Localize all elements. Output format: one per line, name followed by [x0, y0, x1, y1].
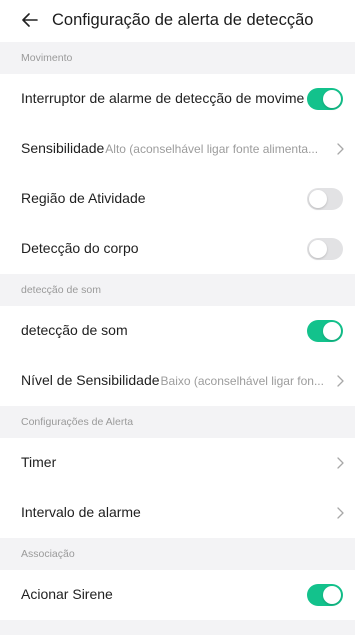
row-label: Nível de Sensibilidade [21, 372, 160, 388]
alarm-interval-row[interactable]: Intervalo de alarme [0, 488, 355, 538]
siren-toggle[interactable] [307, 584, 343, 606]
row-label: Timer [21, 454, 57, 470]
motion-alarm-toggle[interactable] [307, 88, 343, 110]
row-label: Acionar Sirene [21, 586, 113, 602]
row-label-group: Nível de SensibilidadeBaixo (aconselháve… [21, 372, 324, 390]
sensitivity-value: Alto (aconselhável ligar fonte alimenta.… [105, 142, 319, 156]
row-label: detecção de som [21, 322, 128, 338]
row-label: Sensibilidade [21, 140, 105, 156]
row-label: Detecção do corpo [21, 240, 139, 256]
back-button[interactable] [19, 9, 41, 31]
chevron-right-icon [337, 457, 344, 469]
siren-row[interactable]: Acionar Sirene [0, 570, 355, 620]
section-header-movimento: Movimento [0, 42, 355, 74]
sensitivity-row[interactable]: SensibilidadeAlto (aconselhável ligar fo… [0, 124, 355, 174]
sound-detection-toggle[interactable] [307, 320, 343, 342]
toggle-knob [309, 190, 327, 208]
sensitivity-level-value: Baixo (aconselhável ligar fon... [160, 374, 324, 388]
chevron-right-icon [337, 375, 344, 387]
row-label: Interruptor de alarme de detecção de mov… [21, 90, 305, 106]
toggle-knob [323, 90, 341, 108]
sensitivity-level-row[interactable]: Nível de SensibilidadeBaixo (aconselháve… [0, 356, 355, 406]
detection-alert-settings-screen: Configuração de alerta de detecção Movim… [0, 0, 355, 635]
timer-row[interactable]: Timer [0, 438, 355, 488]
header-bar: Configuração de alerta de detecção [0, 0, 355, 42]
motion-alarm-switch-row[interactable]: Interruptor de alarme de detecção de mov… [0, 74, 355, 124]
arrow-left-icon [22, 13, 38, 27]
section-label: Movimento [21, 52, 73, 64]
sound-detection-row[interactable]: detecção de som [0, 306, 355, 356]
section-label: detecção de som [21, 284, 101, 296]
chevron-right-icon [337, 143, 344, 155]
activity-region-toggle[interactable] [307, 188, 343, 210]
activity-region-row[interactable]: Região de Atividade [0, 174, 355, 224]
toggle-knob [323, 322, 341, 340]
body-detection-row[interactable]: Detecção do corpo [0, 224, 355, 274]
toggle-knob [309, 240, 327, 258]
toggle-knob [323, 586, 341, 604]
row-label-group: SensibilidadeAlto (aconselhável ligar fo… [21, 140, 324, 158]
page-title: Configuração de alerta de detecção [52, 11, 314, 29]
chevron-right-icon [337, 507, 344, 519]
row-label: Região de Atividade [21, 190, 146, 206]
section-header-alerta: Configurações de Alerta [0, 406, 355, 438]
body-detection-toggle[interactable] [307, 238, 343, 260]
row-label: Intervalo de alarme [21, 504, 141, 520]
section-label: Configurações de Alerta [21, 416, 134, 428]
section-label: Associação [21, 548, 75, 560]
section-header-associacao: Associação [0, 538, 355, 570]
section-header-som: detecção de som [0, 274, 355, 306]
